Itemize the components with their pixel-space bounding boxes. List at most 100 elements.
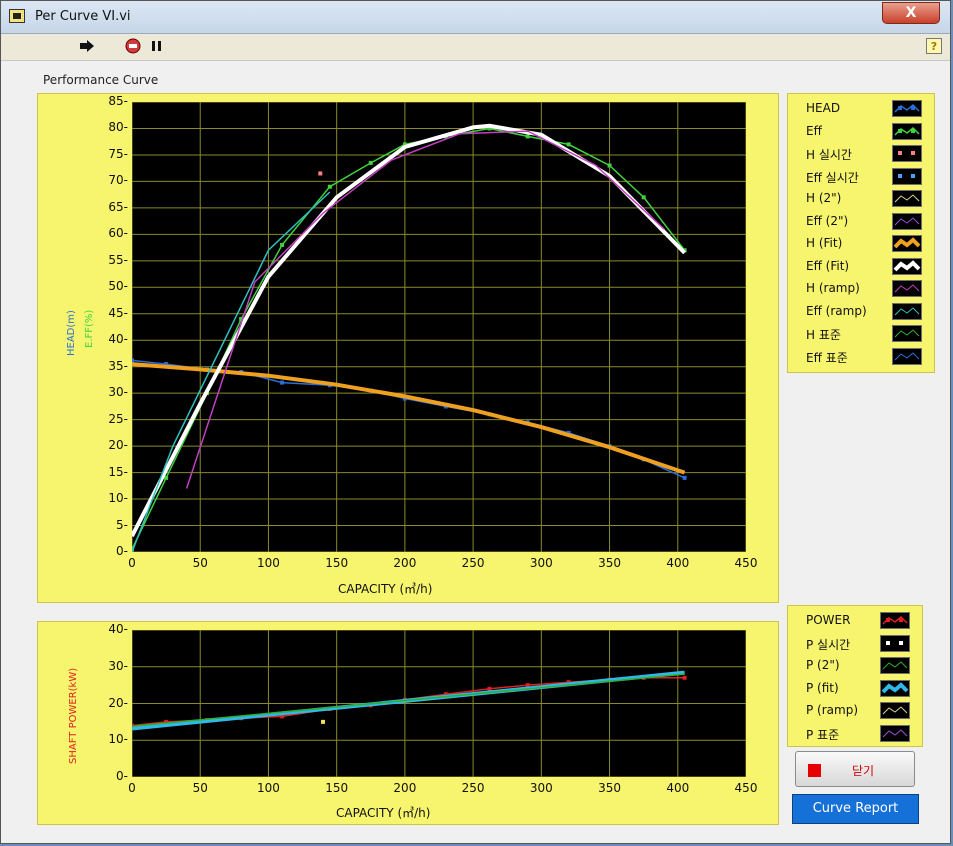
legend-item[interactable]: H (ramp) — [788, 278, 934, 300]
stop-icon — [808, 764, 821, 777]
legend-item[interactable]: H (Fit) — [788, 233, 934, 255]
head-axis-label: HEAD(m) — [66, 310, 77, 356]
close-button-label: 닫기 — [852, 764, 875, 778]
top-y-tick-label: 40- — [108, 332, 128, 347]
legend-item-label: P (ramp) — [806, 703, 859, 717]
legend-item[interactable]: Eff (2") — [788, 211, 934, 233]
top-y-tick-label: 15- — [108, 464, 128, 479]
toolbar: ? — [1, 34, 950, 61]
bottom-x-tick-label: 250 — [461, 781, 485, 795]
legend-swatch-icon — [892, 212, 922, 230]
legend-item[interactable]: H 표준 — [788, 323, 934, 345]
bottom-x-tick-label: 350 — [598, 781, 621, 795]
top-x-tick-label: 350 — [598, 556, 621, 570]
legend-item[interactable]: P 실시간 — [788, 633, 922, 655]
abort-stop-icon[interactable] — [125, 38, 145, 54]
pause-icon[interactable] — [147, 38, 167, 54]
legend-item[interactable]: POWER — [788, 610, 922, 632]
top-y-tick-label: 65- — [108, 199, 128, 214]
legend-item-label: P 실시간 — [806, 637, 851, 652]
top-series-line-4 — [130, 123, 687, 538]
top-point-1-10 — [525, 134, 530, 139]
legend-item[interactable]: P 표준 — [788, 723, 922, 745]
top-x-tick-label: 100 — [256, 556, 280, 570]
legend-item-label: Eff 실시간 — [806, 170, 859, 185]
top-plot-legend: HEAD Eff H 실시간 Eff 실시간 H (2") Eff (2") H (Fit)… — [787, 93, 935, 373]
legend-swatch-icon — [880, 612, 910, 629]
legend-swatch-icon — [892, 280, 922, 297]
legend-item[interactable]: P (fit) — [788, 678, 922, 700]
curve-report-button[interactable]: Curve Report — [792, 794, 919, 824]
top-series-line-1 — [131, 127, 686, 550]
bottom-plot-legend: POWER P 실시간 P (2") P (fit) P (ramp) P 표준 — [787, 605, 923, 747]
top-point-1-5 — [327, 184, 332, 189]
bottom-plot-area[interactable] — [130, 629, 747, 778]
run-arrow-icon[interactable] — [77, 38, 97, 54]
legend-swatch-icon — [892, 257, 922, 275]
top-x-tick-label: 0 — [128, 556, 136, 570]
performance-graph: 0- 5- 10- 15- 20- 25- 30- 35- 40- 45- 50- 55- 60- 65-… — [37, 93, 779, 603]
legend-swatch-icon — [892, 167, 922, 185]
window-title: Per Curve VI.vi — [35, 9, 131, 24]
legend-item-label: Eff (Fit) — [806, 258, 850, 273]
legend-item-label: Eff 표준 — [806, 350, 848, 365]
top-point-0-0 — [130, 358, 134, 363]
top-y-tick-label: 45- — [108, 305, 128, 320]
top-y-tick-label: 55- — [108, 252, 128, 267]
legend-item[interactable]: P (ramp) — [788, 700, 922, 722]
legend-item[interactable]: Eff 실시간 — [788, 166, 934, 188]
power-graph: 0- 10- 20- 30- 40- 0 50 100 150 200 250 300 350 400 4… — [37, 621, 779, 825]
top-plot-svg — [130, 101, 747, 553]
top-x-tick-label: 200 — [393, 556, 417, 570]
title-bar: Per Curve VI.vi X — [1, 1, 950, 34]
legend-swatch-icon — [880, 679, 910, 697]
legend-item[interactable]: Eff 표준 — [788, 346, 934, 368]
legend-item-label: P (fit) — [806, 680, 839, 695]
help-icon[interactable]: ? — [926, 38, 942, 54]
legend-item-label: H (ramp) — [806, 281, 860, 295]
legend-swatch-icon — [892, 145, 922, 162]
bottom-x-tick-label: 150 — [325, 781, 349, 795]
window-close-button[interactable]: X — [882, 2, 940, 24]
bottom-x-axis-title: CAPACITY (㎥/h) — [336, 806, 431, 820]
top-point-1-12 — [607, 163, 612, 168]
legend-item-label: Eff (2") — [806, 213, 849, 228]
bottom-y-tick-label: 30- — [108, 658, 128, 673]
legend-item-label: HEAD — [806, 101, 841, 115]
top-y-tick-label: 25- — [108, 411, 128, 426]
top-point-1-13 — [641, 195, 646, 200]
legend-item[interactable]: P (2") — [788, 655, 922, 677]
legend-swatch-icon — [892, 347, 922, 365]
legend-item[interactable]: HEAD — [788, 98, 934, 120]
top-y-tick-label: 20- — [108, 438, 128, 453]
top-plot-area[interactable] — [130, 101, 747, 553]
bottom-x-tick-label: 200 — [393, 781, 417, 795]
legend-item[interactable]: Eff — [788, 121, 934, 143]
bottom-point-1-0 — [321, 719, 326, 724]
legend-item[interactable]: Eff (Fit) — [788, 256, 934, 278]
top-y-tick-label: 75- — [108, 146, 128, 161]
top-point-2-0 — [318, 171, 323, 176]
bottom-x-tick-label: 300 — [529, 781, 553, 795]
legend-item[interactable]: H (2") — [788, 188, 934, 210]
bottom-x-tick-label: 450 — [734, 781, 758, 795]
legend-swatch-icon — [892, 100, 922, 117]
legend-swatch-icon — [880, 657, 910, 674]
bottom-x-tick-label: 0 — [128, 781, 136, 795]
close-vi-button[interactable]: 닫기 — [795, 751, 915, 787]
bottom-y-tick-label: 20- — [108, 695, 128, 710]
top-point-1-11 — [566, 142, 571, 147]
legend-item[interactable]: Eff (ramp) — [788, 301, 934, 323]
top-point-1-6 — [368, 160, 373, 165]
legend-item-label: P (2") — [806, 658, 840, 672]
legend-item[interactable]: H 실시간 — [788, 143, 934, 165]
top-y-tick-label: 60- — [108, 226, 128, 241]
bottom-y-tick-label: 40- — [108, 622, 128, 636]
top-x-tick-label: 400 — [666, 556, 690, 570]
top-y-tick-label: 85- — [108, 94, 128, 108]
top-x-tick-label: 50 — [192, 556, 208, 570]
bottom-plot-svg — [130, 629, 747, 778]
legend-swatch-icon — [892, 122, 922, 140]
legend-item-label: H 표준 — [806, 328, 841, 342]
top-x-axis-title: CAPACITY (㎥/h) — [338, 582, 433, 596]
